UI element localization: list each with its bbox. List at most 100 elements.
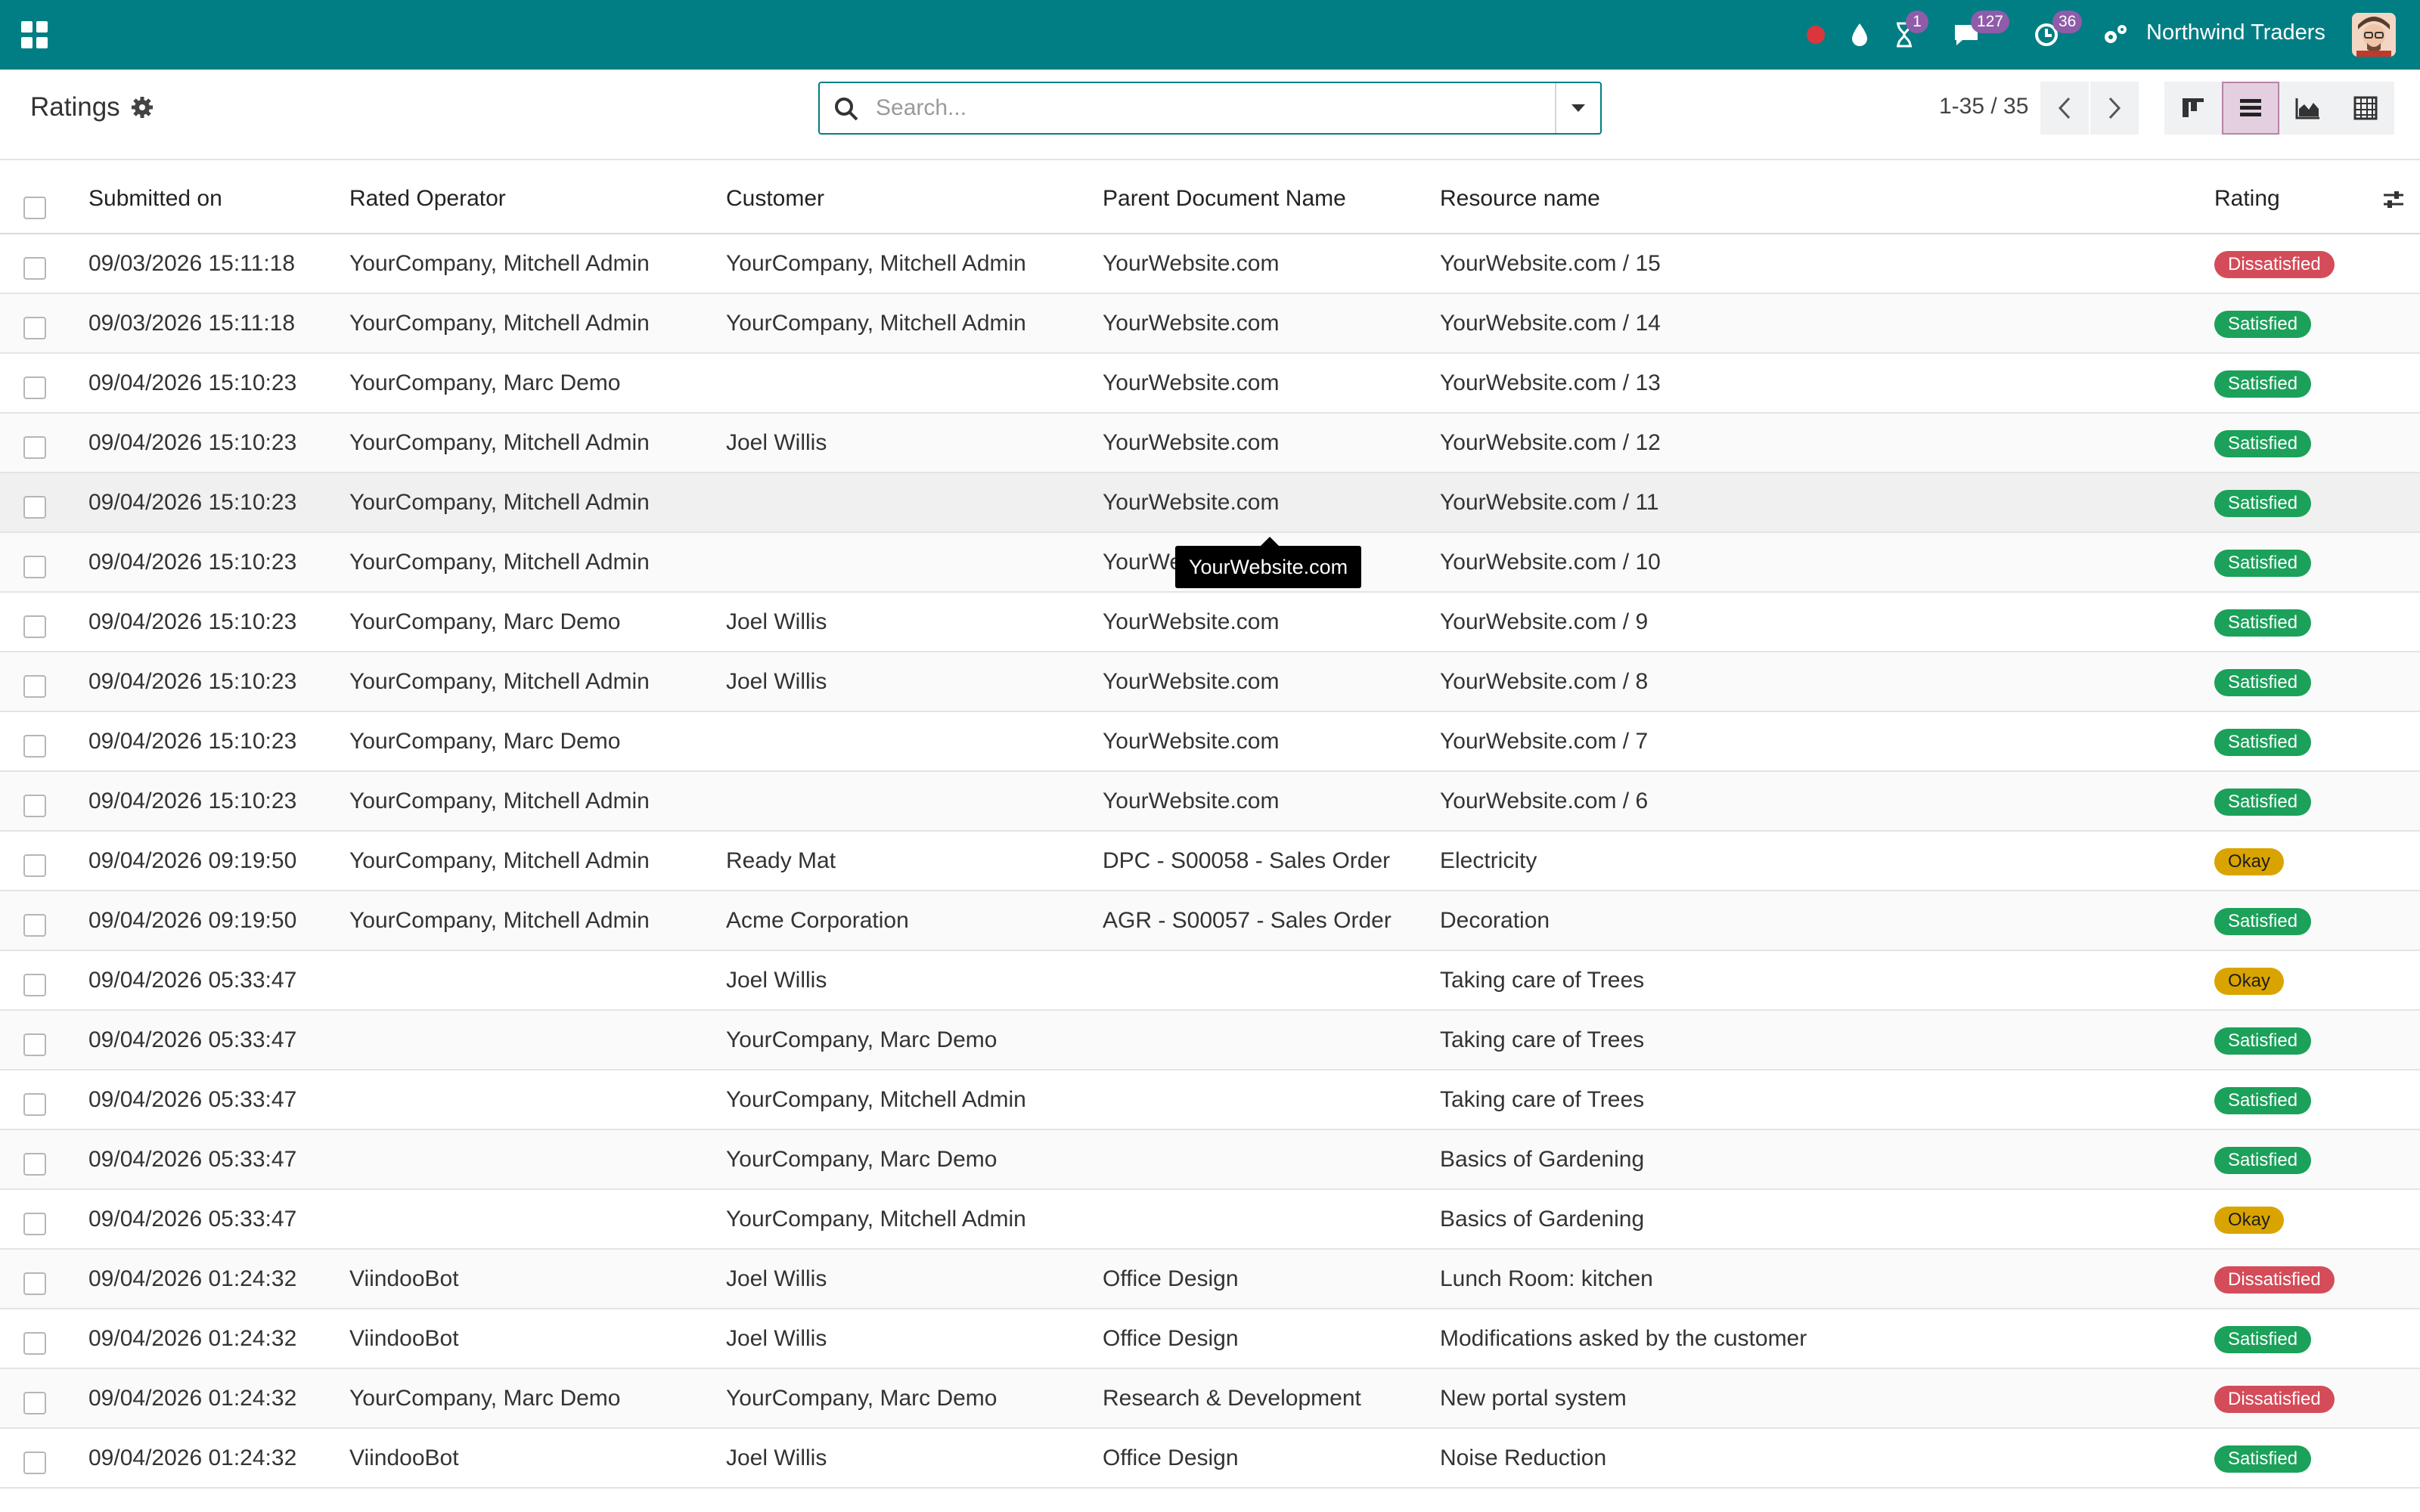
table-row[interactable]: 09/04/2026 15:10:23 YourCompany, Mitchell… bbox=[0, 473, 2420, 533]
pager-next-button[interactable] bbox=[2090, 82, 2139, 135]
search-input[interactable] bbox=[876, 91, 1526, 125]
row-checkbox[interactable] bbox=[23, 376, 46, 399]
table-row[interactable]: 09/04/2026 05:33:47 YourCompany, Mitchell… bbox=[0, 1190, 2420, 1250]
cell-submitted-on: 09/04/2026 15:10:23 bbox=[88, 609, 297, 634]
column-header-customer[interactable]: Customer bbox=[726, 186, 824, 212]
table-row[interactable]: 09/04/2026 01:24:32 ViindooBot Joel Willis… bbox=[0, 1250, 2420, 1309]
row-checkbox[interactable] bbox=[23, 1093, 46, 1116]
table-row[interactable]: 09/04/2026 05:33:47 YourCompany, Mitchell… bbox=[0, 1070, 2420, 1130]
cell-parent-document: YourWebsite.com bbox=[1103, 729, 1280, 754]
cell-rated-operator: YourCompany, Mitchell Admin bbox=[349, 848, 650, 873]
column-header-rated-operator[interactable]: Rated Operator bbox=[349, 186, 506, 212]
column-header-submitted-on[interactable]: Submitted on bbox=[88, 186, 222, 212]
table-row[interactable]: 09/04/2026 01:24:32 YourCompany, Marc Dem… bbox=[0, 1369, 2420, 1429]
row-checkbox[interactable] bbox=[23, 1153, 46, 1176]
rating-badge: Satisfied bbox=[2214, 1445, 2312, 1473]
row-checkbox[interactable] bbox=[23, 675, 46, 698]
row-checkbox[interactable] bbox=[23, 1213, 46, 1235]
row-checkbox[interactable] bbox=[23, 1392, 46, 1414]
rating-badge: Satisfied bbox=[2214, 729, 2312, 756]
area-chart-icon bbox=[2295, 98, 2319, 119]
cell-rated-operator: YourCompany, Mitchell Admin bbox=[349, 908, 650, 933]
table-body: 09/03/2026 15:11:18 YourCompany, Mitchell… bbox=[0, 234, 2420, 1489]
row-checkbox[interactable] bbox=[23, 854, 46, 877]
list-icon bbox=[2240, 99, 2261, 116]
table-row[interactable]: 09/04/2026 15:10:23 YourCompany, Mitchell… bbox=[0, 414, 2420, 473]
settings-gears-icon[interactable] bbox=[2101, 18, 2130, 51]
row-checkbox[interactable] bbox=[23, 974, 46, 996]
row-checkbox[interactable] bbox=[23, 317, 46, 339]
rating-badge: Okay bbox=[2214, 848, 2285, 875]
cell-customer: YourCompany, Mitchell Admin bbox=[726, 251, 1026, 276]
cell-resource-name: Taking care of Trees bbox=[1440, 1027, 1645, 1052]
table-row[interactable]: 09/04/2026 01:24:32 ViindooBot Joel Willis… bbox=[0, 1429, 2420, 1489]
table-grid-icon bbox=[2353, 96, 2378, 120]
cell-resource-name: Electricity bbox=[1440, 848, 1537, 873]
table-row[interactable]: 09/04/2026 09:19:50 YourCompany, Mitchell… bbox=[0, 832, 2420, 891]
rating-badge: Dissatisfied bbox=[2214, 1386, 2335, 1413]
row-checkbox[interactable] bbox=[23, 795, 46, 817]
search-options-toggle[interactable] bbox=[1555, 83, 1600, 133]
table-row[interactable]: 09/04/2026 15:10:23 YourCompany, Marc Dem… bbox=[0, 354, 2420, 414]
cell-resource-name: YourWebsite.com / 6 bbox=[1440, 789, 1649, 813]
cell-resource-name: YourWebsite.com / 10 bbox=[1440, 550, 1661, 575]
table-row[interactable]: 09/04/2026 15:10:23 YourCompany, Marc Dem… bbox=[0, 593, 2420, 652]
kanban-view-button[interactable] bbox=[2164, 82, 2222, 135]
cell-submitted-on: 09/04/2026 15:10:23 bbox=[88, 669, 297, 694]
cell-resource-name: YourWebsite.com / 13 bbox=[1440, 370, 1661, 395]
column-header-parent-document[interactable]: Parent Document Name bbox=[1103, 186, 1346, 212]
cell-rated-operator: ViindooBot bbox=[349, 1266, 459, 1291]
row-checkbox[interactable] bbox=[23, 1332, 46, 1355]
table-row[interactable]: 09/03/2026 15:11:18 YourCompany, Mitchell… bbox=[0, 234, 2420, 294]
table-row[interactable]: 09/04/2026 05:33:47 YourCompany, Marc Dem… bbox=[0, 1011, 2420, 1070]
row-checkbox[interactable] bbox=[23, 1272, 46, 1295]
rating-badge: Satisfied bbox=[2214, 908, 2312, 935]
row-checkbox[interactable] bbox=[23, 735, 46, 758]
page-title[interactable]: Ratings bbox=[30, 92, 120, 122]
row-checkbox[interactable] bbox=[23, 496, 46, 519]
row-checkbox[interactable] bbox=[23, 556, 46, 578]
table-row[interactable]: 09/04/2026 09:19:50 YourCompany, Mitchell… bbox=[0, 891, 2420, 951]
rating-badge: Dissatisfied bbox=[2214, 1266, 2335, 1294]
apps-menu-icon[interactable] bbox=[21, 21, 48, 48]
row-checkbox[interactable] bbox=[23, 257, 46, 280]
table-row[interactable]: 09/04/2026 05:33:47 Joel Willis Taking car… bbox=[0, 951, 2420, 1011]
table-row[interactable]: 09/04/2026 05:33:47 YourCompany, Marc Dem… bbox=[0, 1130, 2420, 1190]
cell-submitted-on: 09/04/2026 01:24:32 bbox=[88, 1445, 297, 1470]
column-header-rating[interactable]: Rating bbox=[2214, 186, 2280, 212]
pager-previous-button[interactable] bbox=[2040, 82, 2089, 135]
chevron-left-icon bbox=[2058, 97, 2071, 119]
optional-columns-icon[interactable] bbox=[2382, 189, 2405, 214]
cell-customer: Joel Willis bbox=[726, 1445, 827, 1470]
table-row[interactable]: 09/04/2026 15:10:23 YourCompany, Mitchell… bbox=[0, 772, 2420, 832]
column-header-resource-name[interactable]: Resource name bbox=[1440, 186, 1600, 212]
select-all-checkbox[interactable] bbox=[23, 197, 46, 219]
graph-view-button[interactable] bbox=[2279, 82, 2337, 135]
pager-value[interactable]: 1-35 / 35 bbox=[1939, 94, 2028, 119]
user-avatar[interactable] bbox=[2352, 13, 2396, 57]
cell-resource-name: Basics of Gardening bbox=[1440, 1147, 1645, 1172]
row-checkbox[interactable] bbox=[23, 914, 46, 937]
row-checkbox[interactable] bbox=[23, 1033, 46, 1056]
list-view-button[interactable] bbox=[2222, 82, 2279, 135]
cell-resource-name: Modifications asked by the customer bbox=[1440, 1326, 1807, 1351]
droplet-icon[interactable] bbox=[1848, 18, 1871, 51]
table-row[interactable]: 09/04/2026 15:10:23 YourCompany, Mitchell… bbox=[0, 652, 2420, 712]
row-checkbox[interactable] bbox=[23, 615, 46, 638]
row-checkbox[interactable] bbox=[23, 1452, 46, 1474]
pivot-view-button[interactable] bbox=[2337, 82, 2394, 135]
record-dot-icon[interactable] bbox=[1804, 18, 1827, 51]
cell-rated-operator: YourCompany, Mitchell Admin bbox=[349, 669, 650, 694]
actions-gear-icon[interactable] bbox=[130, 95, 154, 119]
cell-rated-operator: YourCompany, Mitchell Admin bbox=[349, 251, 650, 276]
cell-parent-document: Office Design bbox=[1103, 1445, 1239, 1470]
cell-customer: Joel Willis bbox=[726, 430, 827, 455]
cell-resource-name: YourWebsite.com / 15 bbox=[1440, 251, 1661, 276]
table-row[interactable]: 09/04/2026 01:24:32 ViindooBot Joel Willis… bbox=[0, 1309, 2420, 1369]
row-checkbox[interactable] bbox=[23, 436, 46, 459]
rating-badge: Okay bbox=[2214, 1207, 2285, 1234]
table-row[interactable]: 09/03/2026 15:11:18 YourCompany, Mitchell… bbox=[0, 294, 2420, 354]
table-row[interactable]: 09/04/2026 15:10:23 YourCompany, Marc Dem… bbox=[0, 712, 2420, 772]
company-switcher[interactable]: Northwind Traders bbox=[2146, 20, 2325, 45]
cell-submitted-on: 09/04/2026 01:24:32 bbox=[88, 1386, 297, 1411]
